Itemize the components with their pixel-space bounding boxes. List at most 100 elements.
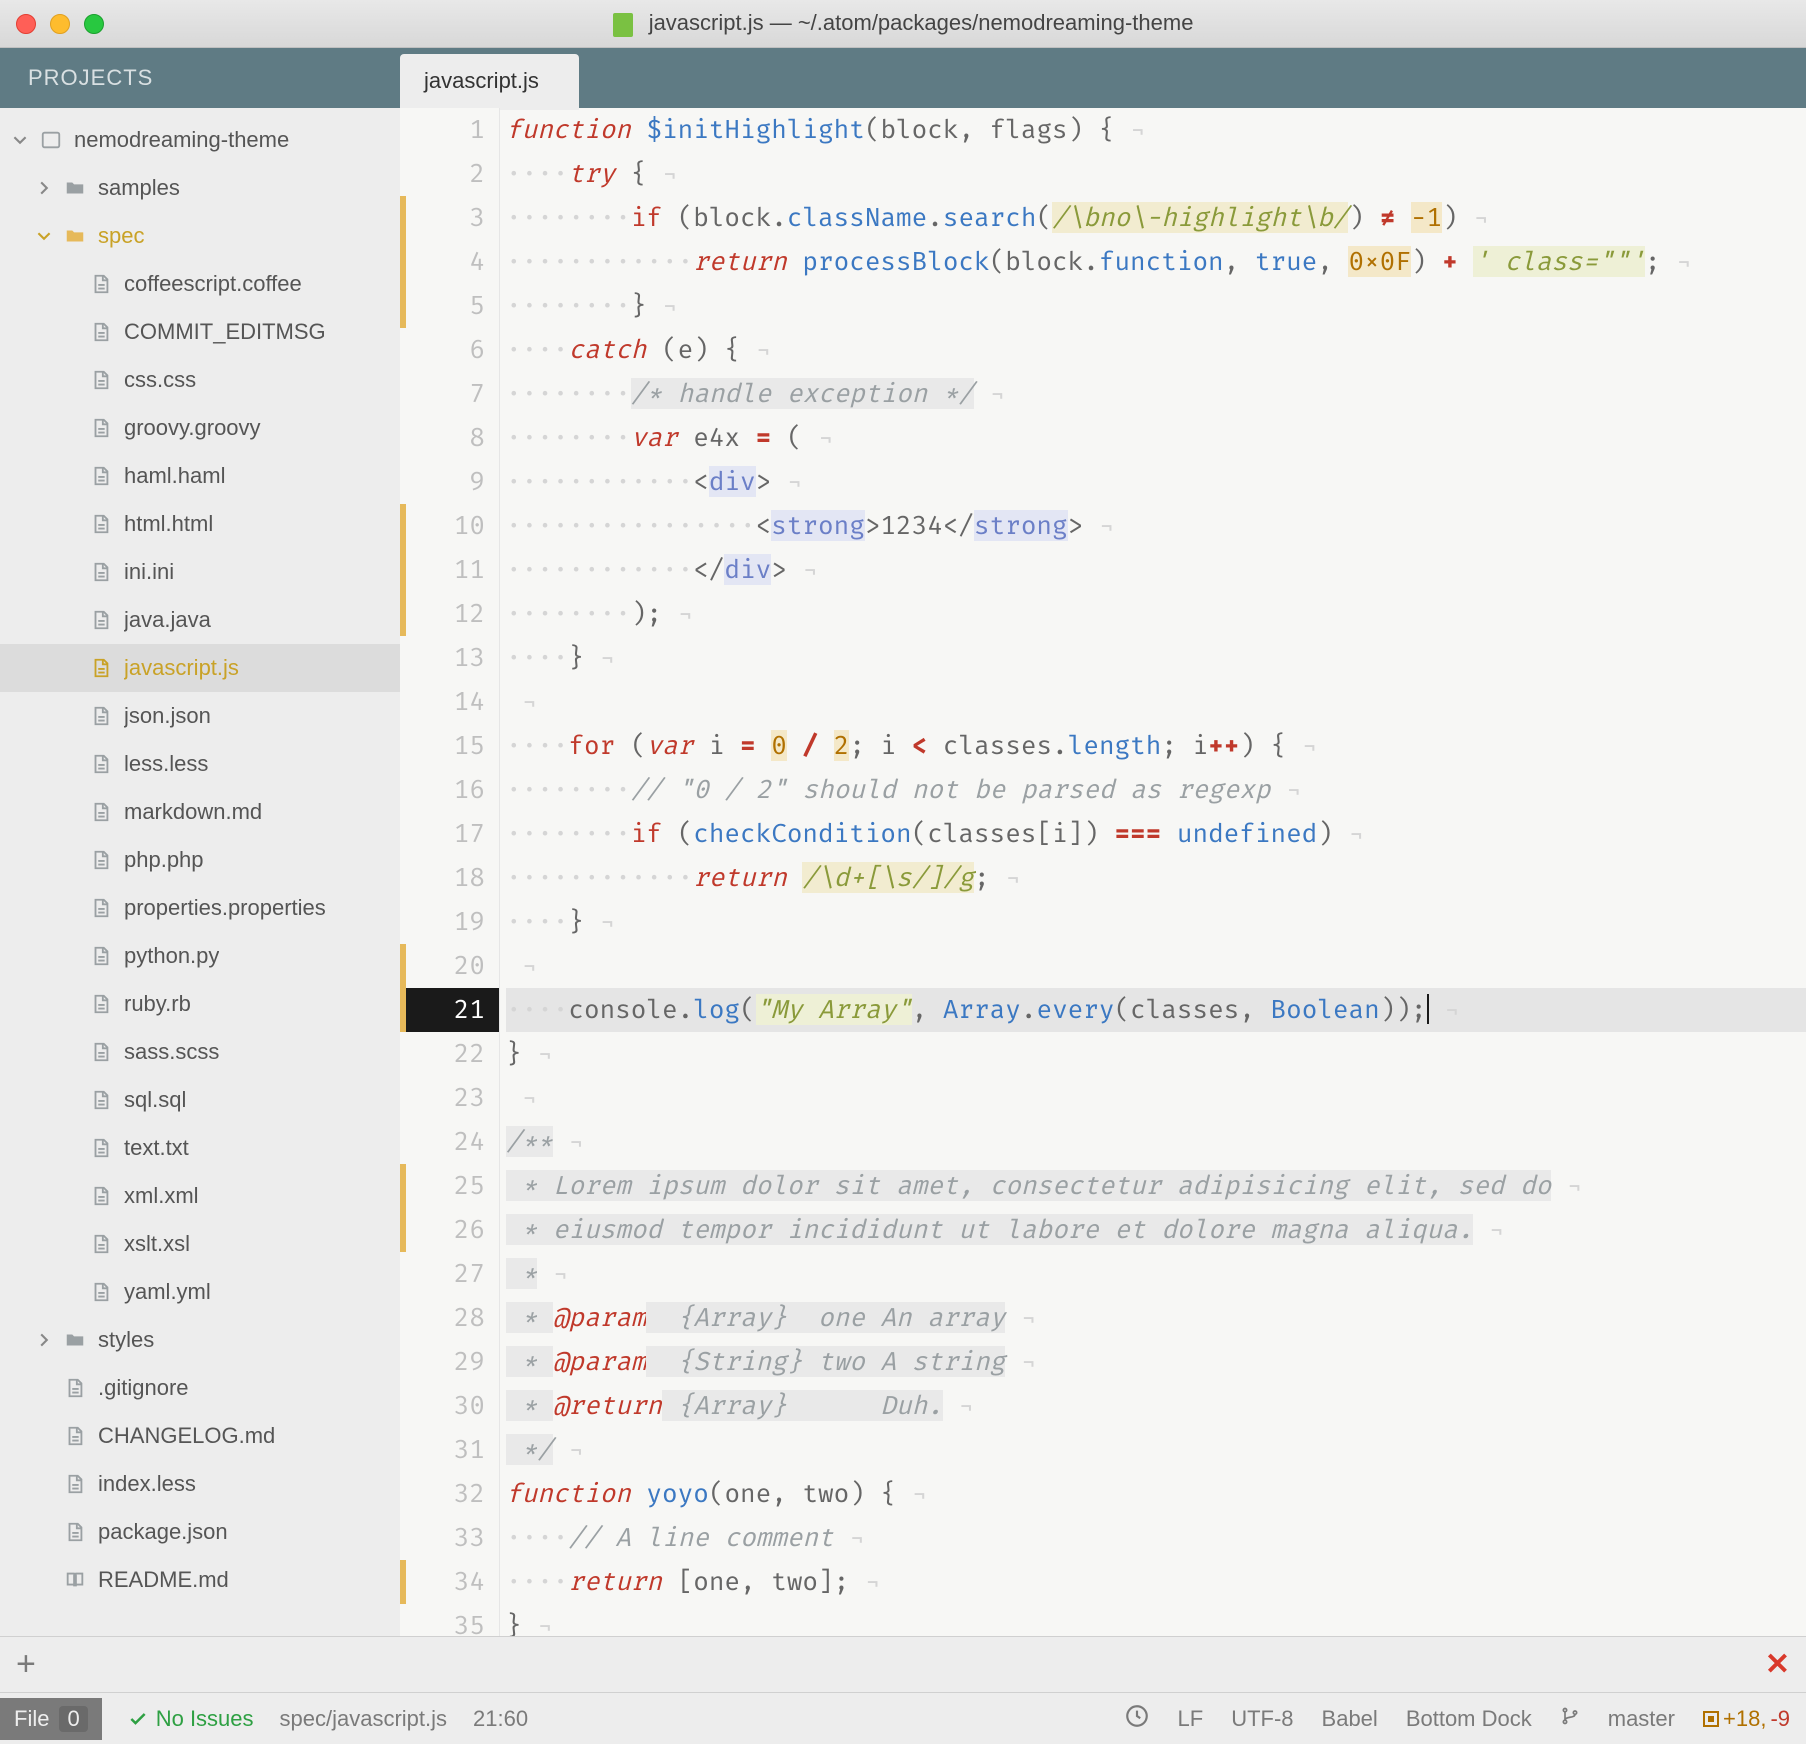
code-line[interactable]: ············return /\d+[\s/]/g; ¬ — [506, 856, 1806, 900]
status-file-path[interactable]: spec/javascript.js — [280, 1706, 448, 1732]
code-line[interactable]: function $initHighlight(block, flags) { … — [506, 108, 1806, 152]
code-line[interactable]: ····return [one, two]; ¬ — [506, 1560, 1806, 1604]
code-line[interactable]: function yoyo(one, two) { ¬ — [506, 1472, 1806, 1516]
code-line[interactable]: ············return processBlock(block.fu… — [506, 240, 1806, 284]
code-line[interactable]: * @param {Array} one An array ¬ — [506, 1296, 1806, 1340]
code-line[interactable]: ········var e4x = ( ¬ — [506, 416, 1806, 460]
line-number[interactable]: 26 — [400, 1208, 485, 1252]
minimize-window-button[interactable] — [50, 14, 70, 34]
line-number[interactable]: 12 — [400, 592, 485, 636]
line-number[interactable]: 3 — [400, 196, 485, 240]
code-line[interactable]: ········if (checkCondition(classes[i]) =… — [506, 812, 1806, 856]
project-tree[interactable]: nemodreaming-theme samples spec coffeesc… — [0, 108, 400, 1636]
line-number[interactable]: 6 — [400, 328, 485, 372]
tree-file[interactable]: README.md — [0, 1556, 400, 1604]
code-line[interactable]: ············<div> ¬ — [506, 460, 1806, 504]
line-number[interactable]: 29 — [400, 1340, 485, 1384]
code-line[interactable]: ····catch (e) { ¬ — [506, 328, 1806, 372]
line-number[interactable]: 19 — [400, 900, 485, 944]
status-file-badge[interactable]: File 0 — [0, 1698, 102, 1740]
tree-file[interactable]: index.less — [0, 1460, 400, 1508]
line-number[interactable]: 8 — [400, 416, 485, 460]
code-area[interactable]: function $initHighlight(block, flags) { … — [500, 108, 1806, 1636]
tree-file[interactable]: package.json — [0, 1508, 400, 1556]
line-number[interactable]: 10 — [400, 504, 485, 548]
tree-file[interactable]: xslt.xsl — [0, 1220, 400, 1268]
line-number[interactable]: 21 — [400, 988, 499, 1032]
tree-file[interactable]: html.html — [0, 500, 400, 548]
tree-file[interactable]: yaml.yml — [0, 1268, 400, 1316]
code-line[interactable]: ····} ¬ — [506, 900, 1806, 944]
line-number[interactable]: 18 — [400, 856, 485, 900]
tree-file[interactable]: text.txt — [0, 1124, 400, 1172]
tree-root[interactable]: nemodreaming-theme — [0, 116, 400, 164]
tab-javascript[interactable]: javascript.js — [400, 54, 579, 108]
line-number[interactable]: 15 — [400, 724, 485, 768]
code-line[interactable]: ¬ — [506, 680, 1806, 724]
line-number[interactable]: 24 — [400, 1120, 485, 1164]
tree-file[interactable]: xml.xml — [0, 1172, 400, 1220]
line-number[interactable]: 16 — [400, 768, 485, 812]
status-diagnostics[interactable]: No Issues — [128, 1706, 254, 1732]
line-number[interactable]: 4 — [400, 240, 485, 284]
line-number[interactable]: 27 — [400, 1252, 485, 1296]
code-line[interactable]: ····console.log("My Array", Array.every(… — [506, 988, 1806, 1032]
tree-file[interactable]: haml.haml — [0, 452, 400, 500]
tree-file[interactable]: sass.scss — [0, 1028, 400, 1076]
tree-file[interactable]: javascript.js — [0, 644, 400, 692]
tree-folder-styles[interactable]: styles — [0, 1316, 400, 1364]
code-line[interactable]: ····for (var i = 0 / 2; i < classes.leng… — [506, 724, 1806, 768]
zoom-window-button[interactable] — [84, 14, 104, 34]
tree-folder-spec[interactable]: spec — [0, 212, 400, 260]
status-encoding[interactable]: UTF-8 — [1231, 1706, 1293, 1732]
status-dock[interactable]: Bottom Dock — [1406, 1706, 1532, 1732]
line-number[interactable]: 28 — [400, 1296, 485, 1340]
status-grammar[interactable]: Babel — [1322, 1706, 1378, 1732]
tree-file[interactable]: groovy.groovy — [0, 404, 400, 452]
code-line[interactable]: /** ¬ — [506, 1120, 1806, 1164]
close-window-button[interactable] — [16, 14, 36, 34]
tree-file[interactable]: properties.properties — [0, 884, 400, 932]
line-number[interactable]: 14 — [400, 680, 485, 724]
code-line[interactable]: ¬ — [506, 944, 1806, 988]
code-line[interactable]: ····// A line comment ¬ — [506, 1516, 1806, 1560]
text-editor[interactable]: 1234567891011121314151617181920212223242… — [400, 108, 1806, 1636]
code-line[interactable]: ········); ¬ — [506, 592, 1806, 636]
tree-file[interactable]: coffeescript.coffee — [0, 260, 400, 308]
line-number[interactable]: 20 — [400, 944, 485, 988]
code-line[interactable]: * @return {Array} Duh. ¬ — [506, 1384, 1806, 1428]
line-number[interactable]: 17 — [400, 812, 485, 856]
code-line[interactable]: ················<strong>1234</strong> ¬ — [506, 504, 1806, 548]
line-number[interactable]: 2 — [400, 152, 485, 196]
line-number[interactable]: 23 — [400, 1076, 485, 1120]
tree-file[interactable]: css.css — [0, 356, 400, 404]
tree-file[interactable]: ruby.rb — [0, 980, 400, 1028]
tree-file[interactable]: CHANGELOG.md — [0, 1412, 400, 1460]
line-number[interactable]: 9 — [400, 460, 485, 504]
code-line[interactable]: * eiusmod tempor incididunt ut labore et… — [506, 1208, 1806, 1252]
line-number[interactable]: 1 — [400, 108, 485, 152]
code-line[interactable]: ········// "0 / 2" should not be parsed … — [506, 768, 1806, 812]
code-line[interactable]: * Lorem ipsum dolor sit amet, consectetu… — [506, 1164, 1806, 1208]
code-line[interactable]: */ ¬ — [506, 1428, 1806, 1472]
status-eol[interactable]: LF — [1178, 1706, 1204, 1732]
tree-file[interactable]: python.py — [0, 932, 400, 980]
code-line[interactable]: ········/* handle exception */ ¬ — [506, 372, 1806, 416]
line-number[interactable]: 34 — [400, 1560, 485, 1604]
line-number-gutter[interactable]: 1234567891011121314151617181920212223242… — [400, 108, 500, 1636]
code-line[interactable]: ········if (block.className.search(/\bno… — [506, 196, 1806, 240]
line-number[interactable]: 22 — [400, 1032, 485, 1076]
tree-file[interactable]: java.java — [0, 596, 400, 644]
code-line[interactable]: ····try { ¬ — [506, 152, 1806, 196]
tree-file[interactable]: sql.sql — [0, 1076, 400, 1124]
line-number[interactable]: 32 — [400, 1472, 485, 1516]
line-number[interactable]: 25 — [400, 1164, 485, 1208]
tree-file[interactable]: COMMIT_EDITMSG — [0, 308, 400, 356]
line-number[interactable]: 33 — [400, 1516, 485, 1560]
line-number[interactable]: 35 — [400, 1604, 485, 1648]
code-line[interactable]: } ¬ — [506, 1032, 1806, 1076]
status-cursor-position[interactable]: 21:60 — [473, 1706, 528, 1732]
code-line[interactable]: ····} ¬ — [506, 636, 1806, 680]
code-line[interactable]: ¬ — [506, 1076, 1806, 1120]
line-number[interactable]: 13 — [400, 636, 485, 680]
